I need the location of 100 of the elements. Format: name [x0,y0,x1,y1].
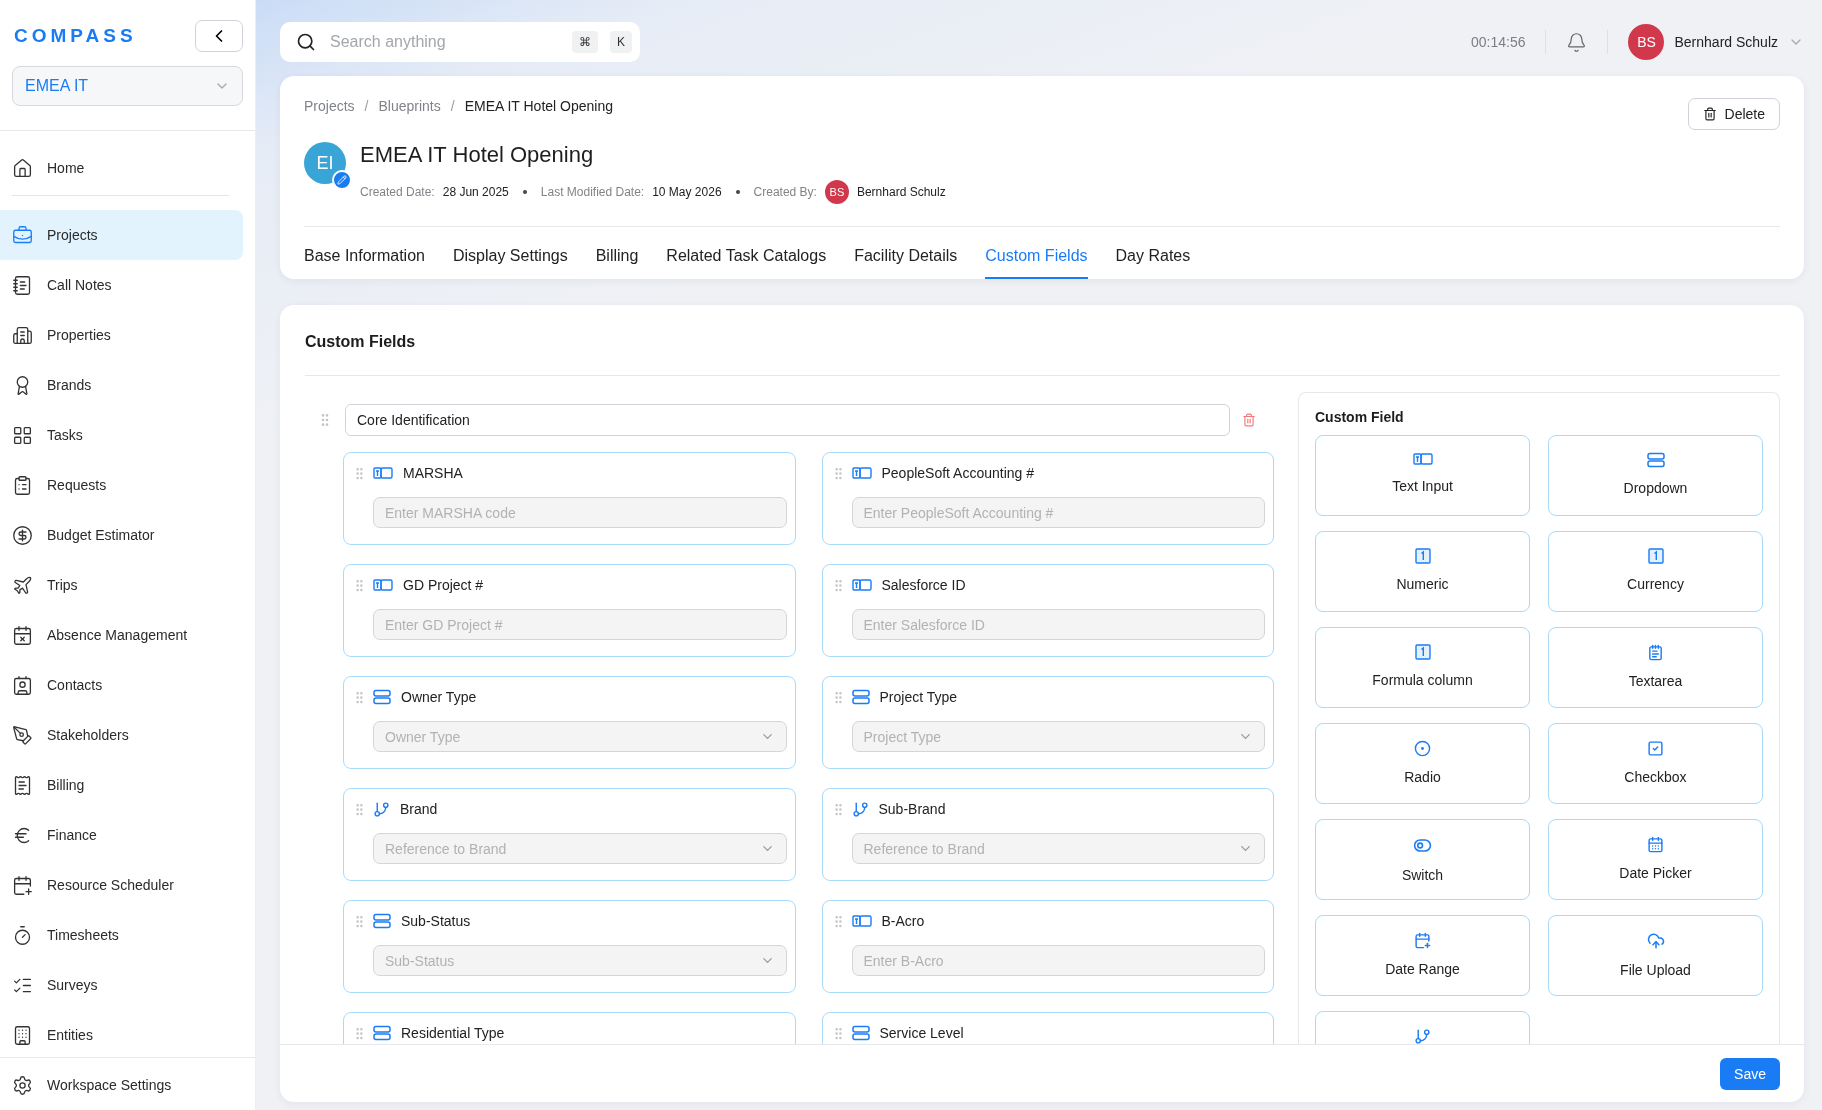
field-type-tile[interactable]: Date Range [1315,915,1530,996]
save-button[interactable]: Save [1720,1057,1780,1090]
tab[interactable]: Custom Fields [985,227,1088,279]
select-field[interactable]: Project Type [851,721,1265,752]
meta-label: Created Date: [360,185,435,199]
field-label: Owner Type [401,689,477,705]
calendar-plus-icon [1414,932,1431,949]
nav-icon [12,574,33,596]
nav-item[interactable]: Call Notes [0,260,243,310]
meta-label: Created By: [753,185,817,199]
field-type-tile[interactable]: Currency [1548,531,1763,612]
nav-item[interactable]: Budget Estimator [0,510,243,560]
nav-item[interactable]: Finance [0,810,243,860]
field-label: Service Level [879,1025,964,1041]
text-input-icon [851,914,872,928]
nav-icon [12,274,33,296]
text-input-icon [373,578,393,592]
tab[interactable]: Day Rates [1115,227,1191,279]
breadcrumb-separator: / [364,98,369,114]
search-field[interactable]: Search anything ⌘ K [280,22,640,62]
text-field[interactable]: Enter B-Acro [851,945,1265,976]
cloud-upload-icon [1646,932,1665,950]
field-label: MARSHA [403,465,463,481]
nav-item[interactable]: Resource Scheduler [0,860,243,910]
tab[interactable]: Display Settings [452,227,568,279]
nav-item[interactable]: Contacts [0,660,243,710]
text-field[interactable]: Enter MARSHA code [373,497,787,528]
nav-icon [12,524,33,546]
collapse-button[interactable] [195,20,243,52]
nav-icon [12,674,33,696]
nav-item[interactable]: Home [0,143,243,193]
tab[interactable]: Related Task Catalogs [666,227,827,279]
nav-item[interactable]: Timesheets [0,910,243,960]
tab[interactable]: Facility Details [854,227,958,279]
nav-item[interactable]: Billing [0,760,243,810]
nav-icon [12,474,33,496]
nav-icon [12,224,33,246]
field-label: Salesforce ID [881,577,966,593]
nav-item[interactable]: Projects [0,210,243,260]
field-type-tile[interactable]: Numeric [1315,531,1530,612]
workspace-select[interactable]: EMEA IT [12,66,243,106]
breadcrumb-separator: / [450,98,455,114]
field-type-tile[interactable]: Radio [1315,723,1530,804]
dropdown-icon [1646,452,1665,468]
checkbox-icon [1647,740,1664,757]
branch-icon [373,800,390,818]
field-type-tile[interactable]: Text Input [1315,435,1530,516]
tab[interactable]: Base Information [304,227,425,279]
nav-item[interactable]: Workspace Settings [0,1060,243,1110]
bell-icon[interactable] [1566,31,1588,53]
nav-item[interactable]: Trips [0,560,243,610]
select-field[interactable]: Owner Type [373,721,787,752]
nav-item[interactable]: Surveys [0,960,243,1010]
field-type-tile[interactable]: File Upload [1548,915,1763,996]
nav-item[interactable]: Requests [0,460,243,510]
branch-icon [851,800,869,818]
section-name-field[interactable]: Core Identification [345,404,1230,436]
toggle-icon [1413,836,1432,855]
select-field[interactable]: Reference to Brand [373,833,787,864]
project-title: EMEA IT Hotel Opening [360,142,595,168]
nav-item[interactable]: Properties [0,310,243,360]
nav-item[interactable]: Stakeholders [0,710,243,760]
nav-item[interactable]: Entities [0,1010,243,1057]
field-label: B-Acro [881,913,925,929]
dropdown-icon [373,913,391,929]
edit-icon[interactable] [332,170,352,190]
tab[interactable]: Billing [595,227,639,279]
timer: 00:14:56 [1471,34,1526,50]
nav-item[interactable]: Absence Management [0,610,243,660]
text-field[interactable]: Enter Salesforce ID [851,609,1265,640]
dropdown-icon [851,689,870,705]
field-type-tile[interactable]: Switch [1315,819,1530,900]
select-field[interactable]: Sub-Status [373,945,787,976]
creator-avatar: BS [824,180,849,204]
field-type-tile[interactable]: Formula column [1315,627,1530,708]
field-type-tile[interactable]: Date Picker [1548,819,1763,900]
breadcrumb-link[interactable]: Projects [304,98,355,114]
calendar-icon [1647,836,1664,853]
field-type-tile[interactable]: Textarea [1548,627,1763,708]
user-menu[interactable]: BS Bernhard Schulz [1628,24,1804,60]
notepad-icon [1647,644,1664,661]
nav-item[interactable]: Tasks [0,410,243,460]
dropdown-icon [851,1025,870,1041]
nav-icon [12,774,33,796]
breadcrumb-link[interactable]: Blueprints [378,98,441,114]
field-type-tile[interactable]: Checkbox [1548,723,1763,804]
delete-icon[interactable] [1242,413,1256,427]
number-icon [1414,548,1431,564]
field-type-tile[interactable]: Dropdown [1548,435,1763,516]
breadcrumb-link[interactable]: EMEA IT Hotel Opening [464,98,613,114]
branch-icon [1414,1028,1431,1044]
field-label: Sub-Brand [878,801,946,817]
search-input[interactable]: Search anything [328,32,560,52]
delete-button[interactable]: Delete [1687,98,1780,130]
nav-item[interactable]: Brands [0,360,243,410]
text-field[interactable]: Enter GD Project # [373,609,787,640]
text-field[interactable]: Enter PeopleSoft Accounting # [851,497,1265,528]
dropdown-icon [373,689,391,705]
meta-value: 10 May 2026 [652,185,722,199]
select-field[interactable]: Reference to Brand [851,833,1265,864]
